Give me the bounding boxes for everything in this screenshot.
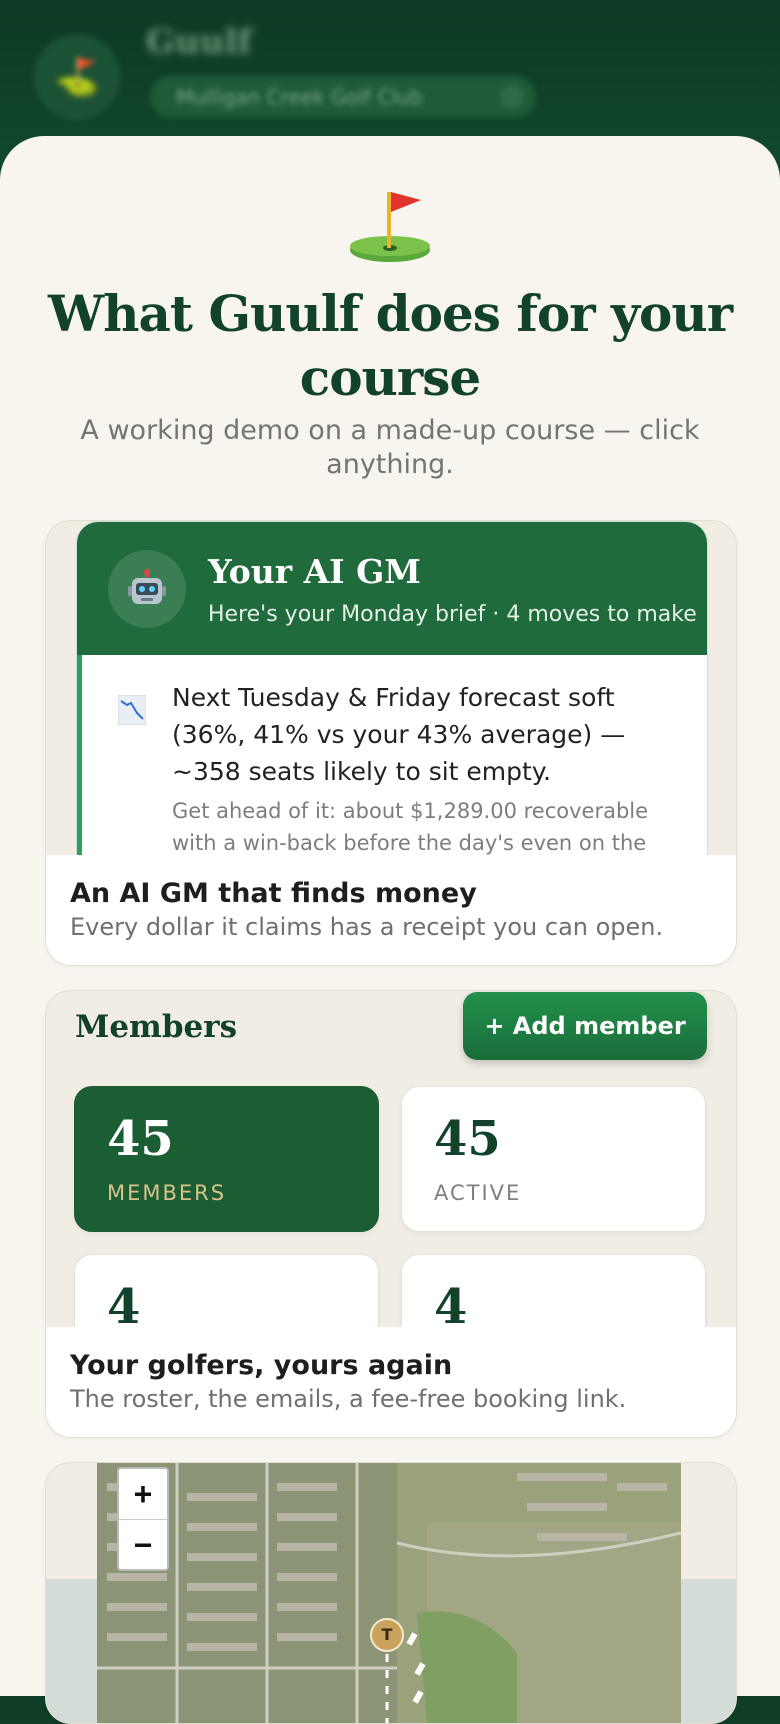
app-title: Guulf <box>146 22 253 62</box>
course-map[interactable]: + − T <box>97 1463 681 1723</box>
caption-subtitle: The roster, the emails, a fee-free booki… <box>70 1385 627 1413</box>
caption-subtitle: Every dollar it claims has a receipt you… <box>70 913 664 941</box>
members-feature-card[interactable]: Members + Add member 45 MEMBERS 45 ACTIV… <box>45 990 737 1438</box>
zoom-in-button[interactable]: + <box>119 1469 167 1520</box>
members-title: Members <box>75 1009 238 1045</box>
robot-icon <box>108 550 186 628</box>
chevron-down-icon <box>500 85 524 109</box>
ai-gm-header: Your AI GM Here's your Monday brief · 4 … <box>77 522 707 655</box>
card-caption: Your golfers, yours again The roster, th… <box>46 1327 736 1437</box>
golf-flag-icon <box>0 186 780 270</box>
stat-value: 45 <box>434 1111 501 1167</box>
club-selector-label: Mulligan Creek Golf Club <box>176 85 423 109</box>
insight-note: Get ahead of it: about $1,289.00 recover… <box>172 799 649 855</box>
zoom-control: + − <box>117 1467 169 1571</box>
caption-title: An AI GM that finds money <box>70 878 477 909</box>
stat-value: 45 <box>107 1111 174 1167</box>
card-caption: An AI GM that finds money Every dollar i… <box>46 855 736 965</box>
ai-gm-subtitle: Here's your Monday brief · 4 moves to ma… <box>208 602 697 627</box>
add-member-button[interactable]: + Add member <box>463 992 707 1060</box>
stat-card-members[interactable]: 45 MEMBERS <box>74 1086 379 1232</box>
ai-gm-brief-panel[interactable]: Your AI GM Here's your Monday brief · 4 … <box>76 521 708 863</box>
ai-gm-feature-card[interactable]: Your AI GM Here's your Monday brief · 4 … <box>45 520 737 966</box>
zoom-out-button[interactable]: − <box>119 1520 167 1570</box>
course-map-feature-card[interactable]: + − T <box>45 1462 737 1724</box>
chart-decreasing-icon <box>117 694 147 729</box>
insight-item[interactable]: Next Tuesday & Friday forecast soft (36%… <box>77 655 707 862</box>
caption-title: Your golfers, yours again <box>70 1350 453 1381</box>
insight-text: Next Tuesday & Friday forecast soft (36%… <box>172 683 626 786</box>
stat-label: MEMBERS <box>107 1181 227 1205</box>
page-subtitle: A working demo on a made-up course — cli… <box>80 415 700 480</box>
club-logo-icon: ⛳ <box>34 34 120 120</box>
stat-card-active[interactable]: 45 ACTIVE <box>401 1086 706 1232</box>
stat-label: ACTIVE <box>434 1181 522 1205</box>
tee-marker[interactable]: T <box>370 1618 404 1652</box>
page-title: What Guulf does for your course <box>47 284 733 407</box>
ai-gm-title: Your AI GM <box>208 552 421 591</box>
club-selector: Mulligan Creek Golf Club <box>150 76 536 118</box>
satellite-imagery <box>97 1463 681 1723</box>
